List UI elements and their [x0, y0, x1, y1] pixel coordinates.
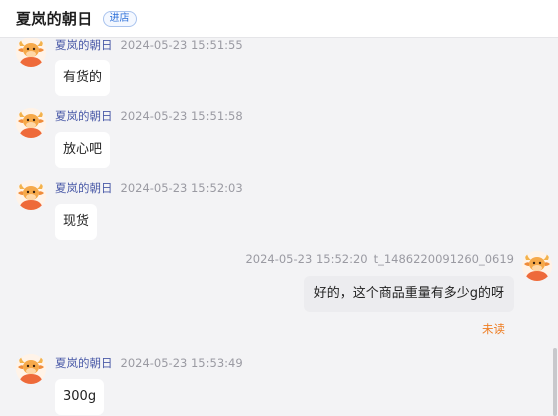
message-meta: 夏岚的朝日 2024-05-23 15:51:55	[55, 38, 243, 53]
avatar-icon[interactable]	[16, 180, 46, 210]
scrollbar-thumb[interactable]	[553, 348, 557, 416]
avatar-icon[interactable]	[16, 354, 46, 384]
message-meta: 夏岚的朝日 2024-05-23 15:51:58	[55, 108, 243, 124]
sender-nickname: t_1486220091260_0619	[373, 252, 514, 266]
sender-nickname: 夏岚的朝日	[55, 38, 113, 52]
message-list[interactable]: 夏岚的朝日 2024-05-23 15:51:55 有货的 夏岚的朝日 2024-0…	[0, 38, 558, 416]
message-time: 2024-05-23 15:52:03	[120, 181, 243, 195]
sender-nickname: 夏岚的朝日	[55, 109, 113, 123]
message-bubble: 有货的	[55, 60, 111, 96]
avatar-icon[interactable]	[522, 251, 552, 281]
chat-title: 夏岚的朝日	[16, 10, 93, 28]
message-bubble: 好的，这个商品重量有多少g的呀	[303, 276, 514, 312]
message-bubble: 现货	[55, 204, 98, 240]
sender-nickname: 夏岚的朝日	[55, 356, 113, 370]
message-meta: 2024-05-23 15:52:20 t_1486220091260_0619	[245, 252, 514, 266]
message-meta: 夏岚的朝日 2024-05-23 15:52:03	[55, 180, 243, 196]
message-time: 2024-05-23 15:53:49	[120, 356, 243, 370]
message-bubble: 放心吧	[55, 132, 111, 168]
message-time: 2024-05-23 15:51:58	[120, 109, 243, 123]
chat-header: 夏岚的朝日 进店	[0, 0, 558, 38]
message-meta: 夏岚的朝日 2024-05-23 15:53:49	[55, 355, 243, 371]
unread-status: 未读	[482, 322, 505, 336]
avatar-icon[interactable]	[16, 108, 46, 138]
sender-nickname: 夏岚的朝日	[55, 181, 113, 195]
message-bubble: 300g	[55, 379, 105, 415]
enter-shop-button[interactable]: 进店	[102, 10, 137, 27]
message-time: 2024-05-23 15:52:20	[245, 252, 368, 266]
avatar-icon[interactable]	[16, 38, 46, 67]
message-time: 2024-05-23 15:51:55	[120, 38, 243, 52]
